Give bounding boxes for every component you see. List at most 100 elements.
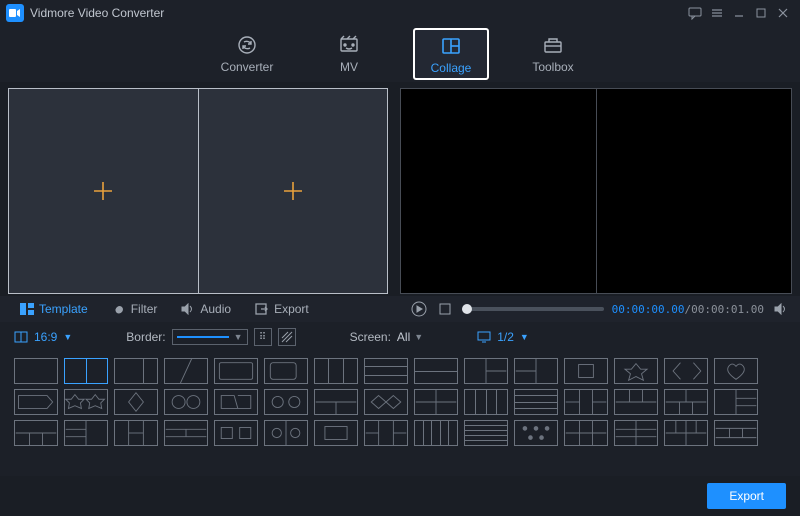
collage-icon: [440, 35, 462, 57]
template-item[interactable]: [214, 420, 258, 446]
template-item[interactable]: [714, 389, 758, 415]
nav-converter-label: Converter: [221, 60, 274, 74]
nav-converter[interactable]: Converter: [210, 34, 284, 74]
tab-template-label: Template: [39, 302, 88, 316]
nav-mv[interactable]: MV: [312, 34, 386, 74]
preview-panel: [400, 88, 792, 294]
template-item[interactable]: [114, 358, 158, 384]
template-item[interactable]: [614, 389, 658, 415]
tab-filter[interactable]: Filter: [102, 296, 168, 322]
app-title: Vidmore Video Converter: [30, 6, 164, 20]
preview-cell-1: [401, 89, 596, 293]
template-item[interactable]: [564, 420, 608, 446]
template-item[interactable]: [214, 389, 258, 415]
minimize-button[interactable]: [728, 2, 750, 24]
template-item[interactable]: [114, 420, 158, 446]
template-item[interactable]: [214, 358, 258, 384]
preview-cell-2: [596, 89, 792, 293]
screen-label: Screen:: [350, 330, 391, 344]
chevron-down-icon: ▼: [234, 332, 243, 342]
nav-collage-label: Collage: [431, 61, 472, 75]
template-item[interactable]: [514, 358, 558, 384]
template-item[interactable]: [714, 358, 758, 384]
border-pattern-button[interactable]: [278, 328, 296, 346]
template-item[interactable]: [564, 389, 608, 415]
play-button[interactable]: [410, 300, 428, 318]
template-item[interactable]: [14, 420, 58, 446]
tab-export[interactable]: Export: [245, 296, 319, 322]
nav-toolbox[interactable]: Toolbox: [516, 34, 590, 74]
template-item[interactable]: [314, 420, 358, 446]
template-item[interactable]: [164, 420, 208, 446]
template-item[interactable]: [264, 389, 308, 415]
template-grid: [0, 352, 800, 476]
collage-slot-2[interactable]: [198, 89, 388, 293]
template-item[interactable]: [464, 420, 508, 446]
audio-icon: [181, 303, 195, 315]
border-style-select[interactable]: ▼: [172, 329, 248, 345]
tab-export-label: Export: [274, 302, 309, 316]
template-item[interactable]: [264, 420, 308, 446]
template-item[interactable]: [664, 389, 708, 415]
app-logo-icon: [6, 4, 24, 22]
template-item[interactable]: [314, 358, 358, 384]
seek-knob[interactable]: [462, 304, 472, 314]
border-label: Border:: [126, 330, 165, 344]
template-item[interactable]: [514, 420, 558, 446]
template-item[interactable]: [364, 358, 408, 384]
time-total: 00:00:01.00: [691, 303, 764, 316]
seek-bar[interactable]: [462, 307, 604, 311]
template-item[interactable]: [614, 420, 658, 446]
border-grid-button[interactable]: ⠿: [254, 328, 272, 346]
template-item[interactable]: [414, 389, 458, 415]
aspect-ratio-select[interactable]: 16:9 ▼: [14, 330, 72, 344]
template-item[interactable]: [514, 389, 558, 415]
template-item[interactable]: [564, 358, 608, 384]
export-button[interactable]: Export: [707, 483, 786, 509]
template-item[interactable]: [14, 389, 58, 415]
stop-button[interactable]: [436, 300, 454, 318]
nav-collage[interactable]: Collage: [414, 29, 488, 79]
template-item[interactable]: [64, 358, 108, 384]
filter-icon: [112, 303, 126, 315]
template-item[interactable]: [114, 389, 158, 415]
export-icon: [255, 303, 269, 315]
template-item[interactable]: [264, 358, 308, 384]
template-item[interactable]: [364, 420, 408, 446]
chevron-down-icon: ▼: [414, 332, 423, 342]
template-item[interactable]: [664, 358, 708, 384]
chevron-down-icon: ▼: [63, 332, 72, 342]
template-item[interactable]: [414, 358, 458, 384]
tab-audio[interactable]: Audio: [171, 296, 241, 322]
nav-toolbox-label: Toolbox: [532, 60, 573, 74]
menu-icon[interactable]: [706, 2, 728, 24]
template-item[interactable]: [164, 358, 208, 384]
screen-select[interactable]: All ▼: [397, 330, 423, 344]
aspect-ratio-value: 16:9: [34, 330, 57, 344]
template-item[interactable]: [414, 420, 458, 446]
pager[interactable]: 1/2 ▼: [477, 330, 529, 344]
tab-audio-label: Audio: [200, 302, 231, 316]
tab-filter-label: Filter: [131, 302, 158, 316]
template-item[interactable]: [614, 358, 658, 384]
toolbox-icon: [542, 34, 564, 56]
template-item[interactable]: [364, 389, 408, 415]
volume-button[interactable]: [772, 300, 790, 318]
template-item[interactable]: [464, 358, 508, 384]
template-item[interactable]: [64, 389, 108, 415]
collage-canvas: [8, 88, 388, 294]
maximize-button[interactable]: [750, 2, 772, 24]
converter-icon: [236, 34, 258, 56]
collage-slot-1[interactable]: [9, 89, 198, 293]
tab-template[interactable]: Template: [10, 296, 98, 322]
close-button[interactable]: [772, 2, 794, 24]
template-item[interactable]: [14, 358, 58, 384]
template-item[interactable]: [164, 389, 208, 415]
feedback-icon[interactable]: [684, 2, 706, 24]
template-item[interactable]: [664, 420, 708, 446]
template-item[interactable]: [314, 389, 358, 415]
template-item[interactable]: [64, 420, 108, 446]
pager-value: 1/2: [497, 330, 514, 344]
template-item[interactable]: [464, 389, 508, 415]
template-item[interactable]: [714, 420, 758, 446]
